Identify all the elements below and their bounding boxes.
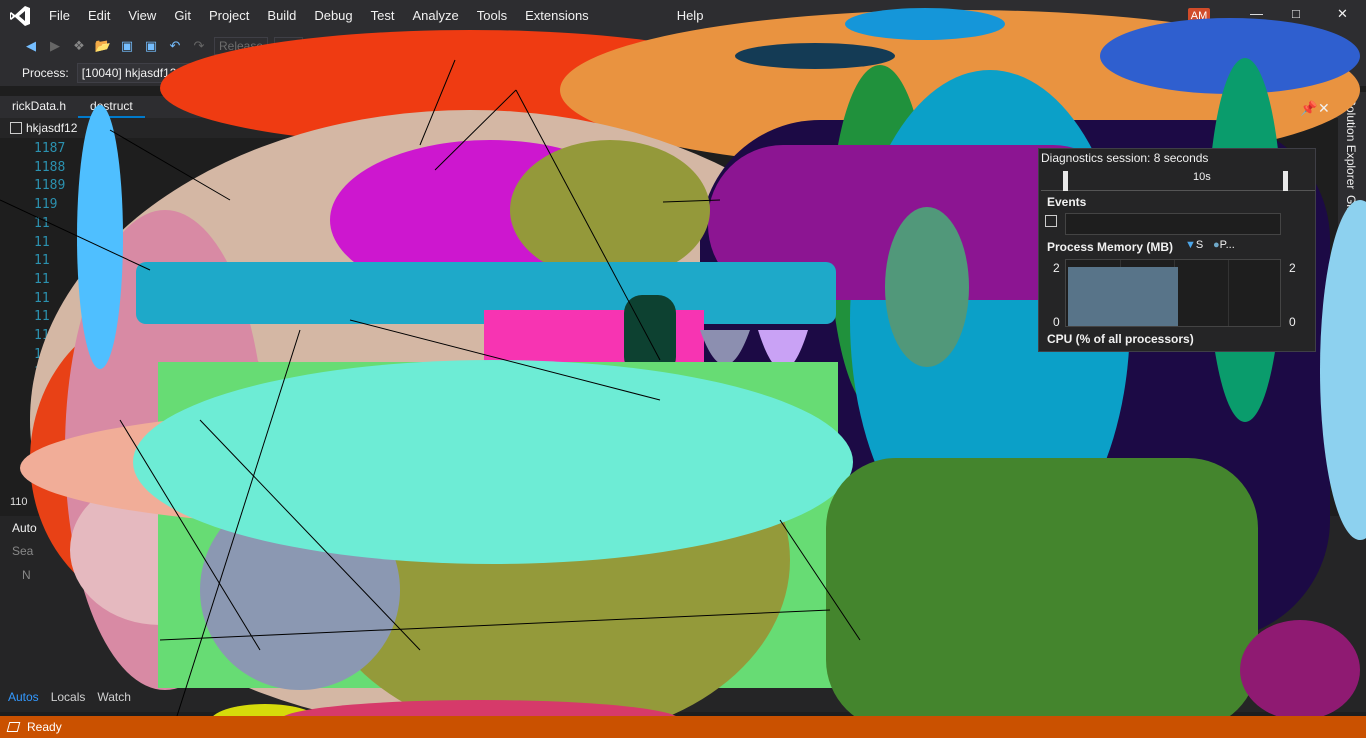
status-icon [6,722,21,732]
snapshot-legend-label: S [1195,239,1204,251]
close-window-icon[interactable]: ✕ [1337,6,1348,22]
solution-explorer-tab[interactable]: Solution Explorer [1344,98,1358,189]
memory-usage-area [1068,267,1178,326]
memory-axis-max-left: 2 [1053,261,1060,275]
events-track[interactable] [1065,213,1281,235]
undo-icon[interactable]: ↶ [166,37,184,55]
maximize-icon[interactable]: □ [1292,6,1300,21]
menu-build[interactable]: Build [258,0,305,32]
user-avatar[interactable]: AM [1188,8,1210,24]
editor-file-header: hkjasdf12 [0,118,1040,138]
autos-name-column: N [22,568,31,582]
autos-search-input[interactable]: Sea [12,544,33,558]
side-tool-strip: Solution Explorer Git Changes [1338,92,1366,472]
configuration-select[interactable]: Release [214,37,269,55]
bottom-tool-tabs: Autos Locals Watch [8,690,131,704]
timeline-end-handle[interactable] [1283,171,1288,191]
line-numbers: 1187 1188 1189 119 11 11 11 11 11 11 11 … [34,140,74,383]
minimize-icon[interactable]: — [1250,6,1263,21]
process-label: Process: [22,66,69,80]
line-number: 11 [34,253,50,269]
line-number: 119 [34,197,58,213]
close-panel-icon[interactable]: ✕ [1318,100,1330,117]
line-number: 11 [34,309,50,325]
menu-git[interactable]: Git [165,0,200,32]
status-bar: Ready [0,716,1366,738]
autos-title: Auto [12,521,37,535]
admin-label: ADMIN [1300,38,1336,50]
standard-toolbar: ◀ ▶ ❖ 📂 ▣ ▣ ↶ ↷ Release x86 [0,32,1366,60]
line-number: 11 [34,234,50,250]
line-number: 11 [34,346,50,362]
timeline-tick-label: 10s [1193,171,1211,183]
redo-icon[interactable]: ↷ [190,37,208,55]
tab-locals[interactable]: Locals [51,690,86,704]
open-folder-icon[interactable]: 📂 [94,37,112,55]
diagnostics-timeline[interactable]: 10s [1041,169,1315,191]
line-number: 11 [34,290,50,306]
events-section-label[interactable]: Events [1047,195,1086,209]
forward-icon[interactable]: ▶ [46,37,64,55]
diagnostics-session-title: Diagnostics session: 8 seconds [1041,151,1209,165]
status-text: Ready [27,720,62,734]
save-icon[interactable]: ▣ [118,37,136,55]
line-number: 11 [34,365,50,381]
menu-edit[interactable]: Edit [79,0,119,32]
cpu-section-label[interactable]: CPU (% of all processors) [1047,332,1194,346]
menu-project[interactable]: Project [200,0,258,32]
new-item-icon[interactable]: ❖ [70,37,88,55]
menu-file[interactable]: File [40,0,79,32]
memory-axis-min-right: 0 [1289,315,1296,329]
process-memory-label[interactable]: Process Memory (MB) [1047,240,1173,254]
break-events-icon [1045,215,1057,227]
line-number: 1189 [34,178,66,194]
autos-window: Auto Sea N [0,516,1366,712]
file-icon [10,122,22,134]
private-bytes-legend-label: P... [1219,239,1235,251]
save-all-icon[interactable]: ▣ [142,37,160,55]
line-number: 11 [34,271,50,287]
line-number: 1187 [34,141,66,156]
line-number: 1188 [34,159,66,175]
git-changes-tab[interactable]: Git Changes [1344,195,1358,262]
pin-panel-icon[interactable]: 📌 [1300,100,1317,117]
editor-file-name: hkjasdf12 [26,121,78,135]
doc-tab-destruct[interactable]: destruct [78,96,145,118]
menu-help[interactable]: Help [668,0,713,32]
snapshot-legend[interactable]: ▼S [1185,239,1203,251]
back-icon[interactable]: ◀ [22,37,40,55]
menu-analyze[interactable]: Analyze [403,0,467,32]
menu-tools[interactable]: Tools [468,0,516,32]
snapshot-triangle-icon: ▼ [1185,239,1196,251]
menu-view[interactable]: View [119,0,165,32]
code-editor[interactable]: hkjasdf12 1187 1188 1189 119 11 11 11 11… [0,118,1040,508]
menu-extensions[interactable]: Extensions [516,0,598,32]
memory-chart[interactable] [1065,259,1281,327]
debug-location-bar: Process: [10040] hkjasdf12.e [0,60,1366,86]
line-number: 11 [34,328,50,344]
memory-gridline [1228,260,1229,326]
tab-autos[interactable]: Autos [8,690,39,704]
memory-axis-max-right: 2 [1289,261,1296,275]
menu-bar: File Edit View Git Project Build Debug T… [0,0,1366,32]
private-bytes-legend[interactable]: ●P... [1213,239,1235,251]
memory-axis-min-left: 0 [1053,315,1060,329]
platform-select[interactable]: x86 [274,37,304,55]
menu-debug[interactable]: Debug [305,0,361,32]
visual-studio-logo-icon[interactable] [0,0,40,32]
process-select[interactable]: [10040] hkjasdf12.e [76,63,192,83]
document-tabs: rickData.h destruct [0,96,1366,118]
diagnostic-tools-panel: Diagnostics session: 8 seconds 10s Event… [1038,148,1316,352]
timeline-start-handle[interactable] [1063,171,1068,191]
private-bytes-dot-icon: ● [1213,239,1220,251]
line-number: 11 [34,215,50,231]
doc-tab-rickdata[interactable]: rickData.h [0,96,78,118]
zoom-level[interactable]: 110 [10,496,28,508]
tab-watch[interactable]: Watch [97,690,131,704]
menu-test[interactable]: Test [362,0,404,32]
